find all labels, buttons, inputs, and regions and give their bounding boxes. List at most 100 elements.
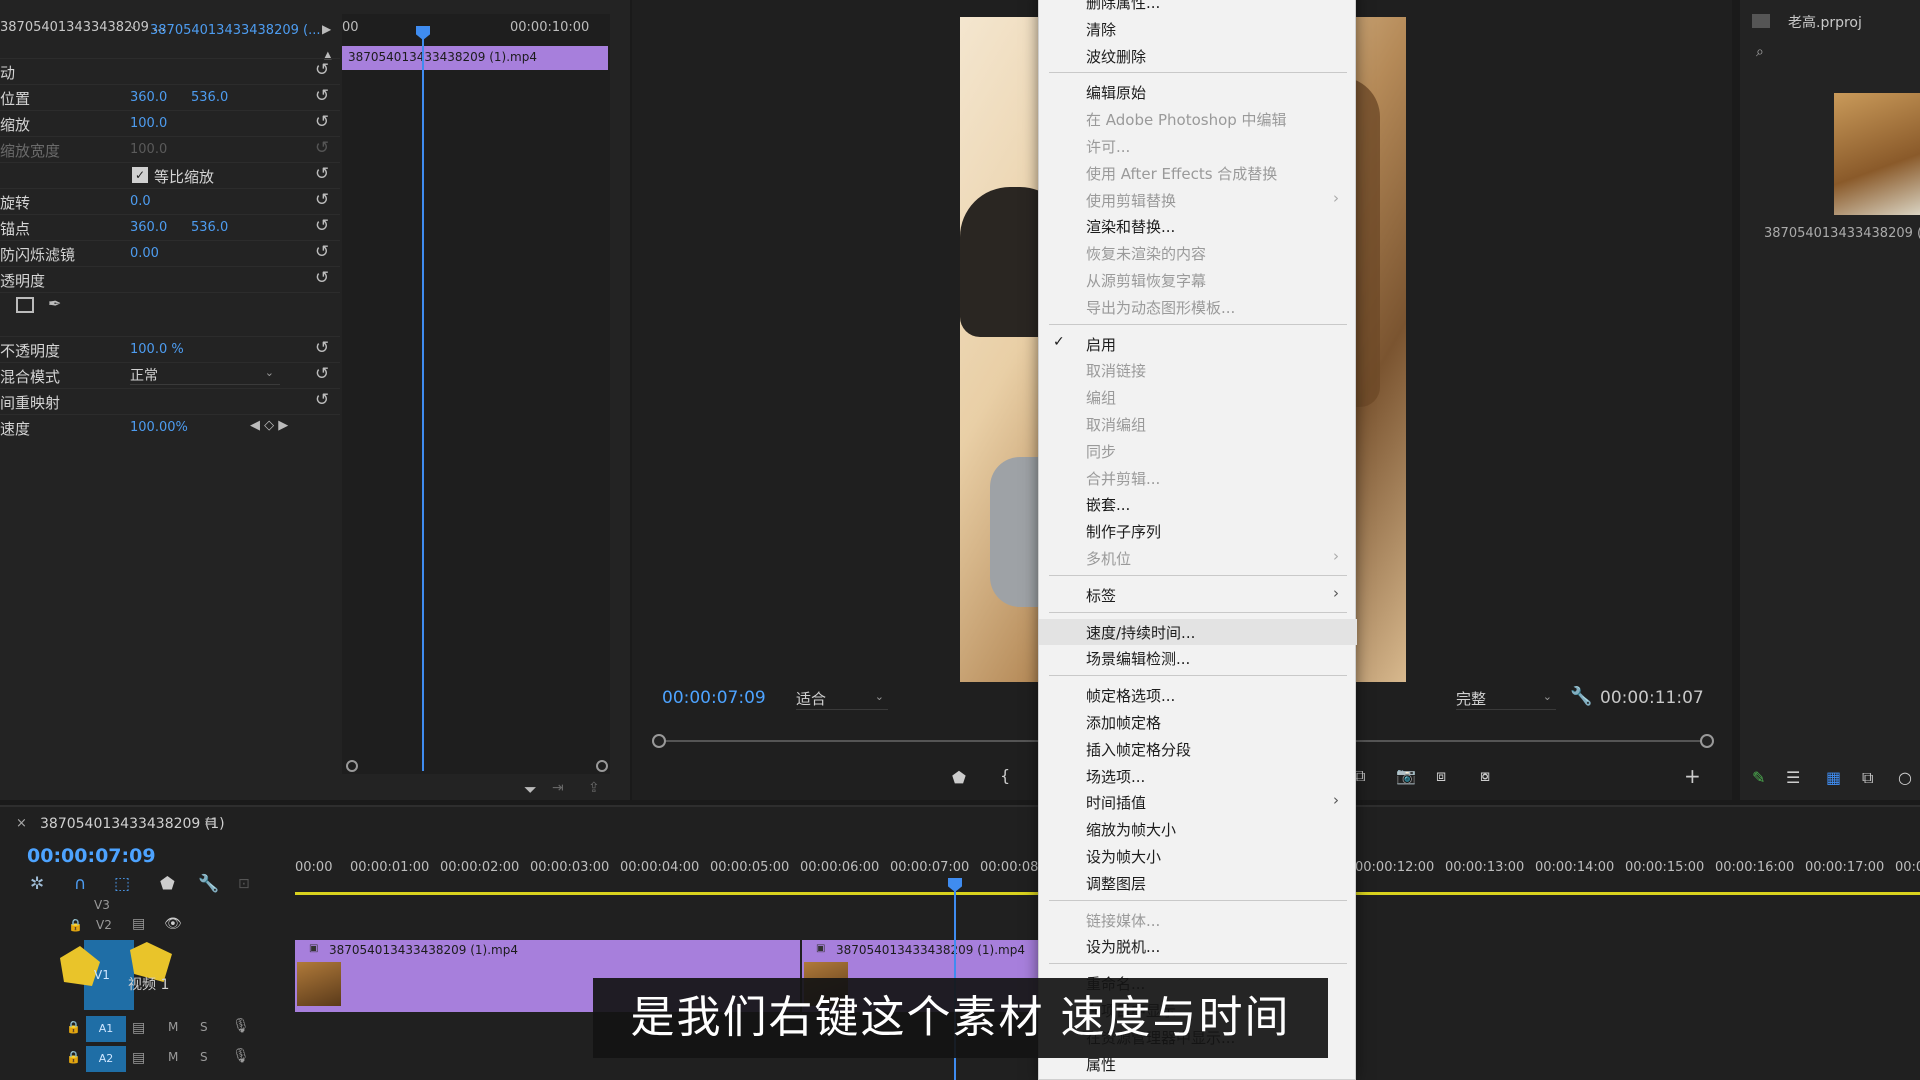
menu-item[interactable]: 缩放为帧大小 (1039, 816, 1357, 842)
export-icon[interactable]: ⇥ (552, 780, 564, 796)
camera-icon[interactable]: 📷 (1396, 766, 1416, 785)
solo-button[interactable]: S (200, 1020, 208, 1034)
sequence-tab[interactable]: 387054013433438209 (1) (40, 816, 225, 832)
ec-clip-bar[interactable]: 387054013433438209 (1).mp4 (342, 46, 608, 70)
ec-value-1[interactable]: 360.0 (130, 220, 167, 235)
menu-item[interactable]: 插入帧定格分段 (1039, 736, 1357, 762)
freeform-view-icon[interactable]: ⧉ (1862, 768, 1873, 788)
lock-icon[interactable]: 🔒 (68, 918, 83, 932)
menu-item[interactable]: 清除 (1039, 16, 1357, 42)
menu-item[interactable]: 删除属性... (1039, 0, 1357, 15)
add-marker-icon[interactable]: ⬟ (160, 874, 175, 894)
menu-item[interactable]: 编辑原始 (1039, 79, 1357, 105)
ec-value-2[interactable]: 536.0 (191, 220, 228, 235)
search-icon[interactable]: ⌕ (1756, 44, 1764, 60)
film-icon[interactable]: ▤ (132, 1050, 145, 1066)
menu-item[interactable]: 制作子序列 (1039, 518, 1357, 544)
ec-sequence-clip[interactable]: 387054013433438209 (... (150, 23, 320, 38)
quality-select[interactable]: 完整 ⌄ (1456, 688, 1556, 710)
close-icon[interactable]: × (16, 816, 27, 831)
menu-item[interactable]: 场景编辑检测... (1039, 645, 1357, 671)
compare-icon[interactable]: ⧈ (1436, 766, 1446, 786)
share-icon[interactable]: ⇪ (588, 780, 600, 796)
ec-playhead[interactable] (422, 26, 424, 771)
ec-value-2[interactable]: 536.0 (191, 90, 228, 105)
pencil-icon[interactable]: ✎ (1752, 768, 1765, 787)
reset-icon[interactable]: ↺ (315, 190, 329, 210)
reset-icon[interactable]: ↺ (315, 268, 329, 288)
lock-icon[interactable]: 🔒 (66, 1020, 81, 1034)
project-item-name[interactable]: 387054013433438209 (1). (1764, 226, 1920, 241)
menu-item[interactable]: 速度/持续时间... (1039, 618, 1357, 645)
ec-zoom-handle-right[interactable] (596, 760, 608, 772)
add-marker-icon[interactable]: ⬟ (952, 768, 966, 787)
reset-icon[interactable]: ↺ (315, 60, 329, 80)
menu-item[interactable]: 场选项... (1039, 763, 1357, 789)
reset-icon[interactable]: ↺ (315, 164, 329, 184)
reset-icon[interactable]: ↺ (315, 112, 329, 132)
reset-icon[interactable]: ↺ (315, 242, 329, 262)
scrub-start-handle[interactable] (652, 734, 666, 748)
add-button-icon[interactable]: + (1684, 764, 1701, 788)
mute-button[interactable]: M (168, 1020, 178, 1034)
filter-icon[interactable]: ⏷ (524, 780, 537, 800)
microphone-icon[interactable]: 🎙 (232, 1018, 250, 1034)
fit-select[interactable]: 适合 ⌄ (796, 688, 888, 710)
rectangle-mask-icon[interactable] (16, 297, 34, 313)
reset-icon[interactable]: ↺ (315, 338, 329, 358)
ec-zoom-handle-left[interactable] (346, 760, 358, 772)
ec-value-1[interactable]: 0.0 (130, 194, 151, 209)
timeline-timecode[interactable]: 00:00:07:09 (27, 845, 156, 867)
ec-value-1[interactable]: 100.00% (130, 420, 188, 435)
menu-item[interactable]: 标签 › (1039, 582, 1357, 608)
menu-item[interactable]: ✓ 启用 (1039, 331, 1357, 357)
play-only-icon[interactable]: ▶ (322, 22, 331, 36)
menu-item[interactable]: 波纹删除 (1039, 43, 1357, 69)
film-icon[interactable]: ▤ (132, 916, 145, 932)
menu-icon[interactable]: ≡ (204, 814, 216, 830)
zoom-slider-icon[interactable]: ○ (1898, 768, 1912, 787)
ec-value-1[interactable]: 100.0 (130, 116, 167, 131)
reset-icon[interactable]: ↺ (315, 390, 329, 410)
captions-icon[interactable]: ⊡ (238, 876, 250, 892)
track-a2-label[interactable]: A2 (86, 1046, 126, 1072)
chevron-down-icon[interactable]: ⌄ (128, 18, 138, 32)
ec-value-1[interactable]: 100.0 (130, 142, 167, 157)
mark-in-icon[interactable]: { (1000, 766, 1010, 785)
vr-icon[interactable]: ⧇ (1480, 766, 1490, 786)
ec-value-1[interactable]: 360.0 (130, 90, 167, 105)
microphone-icon[interactable]: 🎙 (232, 1048, 250, 1064)
menu-item[interactable]: 时间插值 › (1039, 789, 1357, 815)
solo-button[interactable]: S (200, 1050, 208, 1064)
program-current-time[interactable]: 00:00:07:09 (662, 688, 766, 708)
linked-selection-icon[interactable]: ⬚ (114, 874, 130, 894)
mute-button[interactable]: M (168, 1050, 178, 1064)
uniform-scale-checkbox[interactable]: ✓ (132, 167, 148, 183)
wrench-icon[interactable]: 🔧 (198, 874, 219, 894)
pen-mask-icon[interactable]: ✒ (48, 294, 61, 313)
reset-icon[interactable]: ↺ (315, 86, 329, 106)
ec-value-1[interactable]: 100.0 % (130, 342, 184, 357)
lock-icon[interactable]: 🔒 (66, 1050, 81, 1064)
keyframe-nav-icon[interactable]: ◀ ◇ ▶ (250, 418, 288, 433)
list-view-icon[interactable]: ☰ (1786, 768, 1800, 787)
snap-icon[interactable]: ✲ (30, 874, 44, 894)
reset-icon[interactable]: ↺ (315, 138, 329, 158)
wrench-icon[interactable]: 🔧 (1570, 686, 1592, 707)
menu-item[interactable]: 渲染和替换... (1039, 213, 1357, 239)
ec-timeline[interactable]: 00 00:00:10:00 387054013433438209 (1).mp… (342, 14, 610, 774)
eye-icon[interactable]: 👁 (164, 916, 182, 932)
ec-value-1[interactable]: 0.00 (130, 246, 159, 261)
scrub-end-handle[interactable] (1700, 734, 1714, 748)
menu-item[interactable]: 添加帧定格 (1039, 709, 1357, 735)
menu-item[interactable]: 调整图层 (1039, 870, 1357, 896)
project-item-thumbnail[interactable] (1834, 93, 1920, 215)
film-icon[interactable]: ▤ (132, 1020, 145, 1036)
menu-item[interactable]: 嵌套... (1039, 491, 1357, 517)
reset-icon[interactable]: ↺ (315, 216, 329, 236)
menu-item[interactable]: 设为脱机... (1039, 933, 1357, 959)
reset-icon[interactable]: ↺ (315, 364, 329, 384)
menu-item[interactable]: 设为帧大小 (1039, 843, 1357, 869)
track-a1-label[interactable]: A1 (86, 1016, 126, 1042)
blend-mode-select[interactable]: 正常 ⌄ (130, 365, 280, 385)
